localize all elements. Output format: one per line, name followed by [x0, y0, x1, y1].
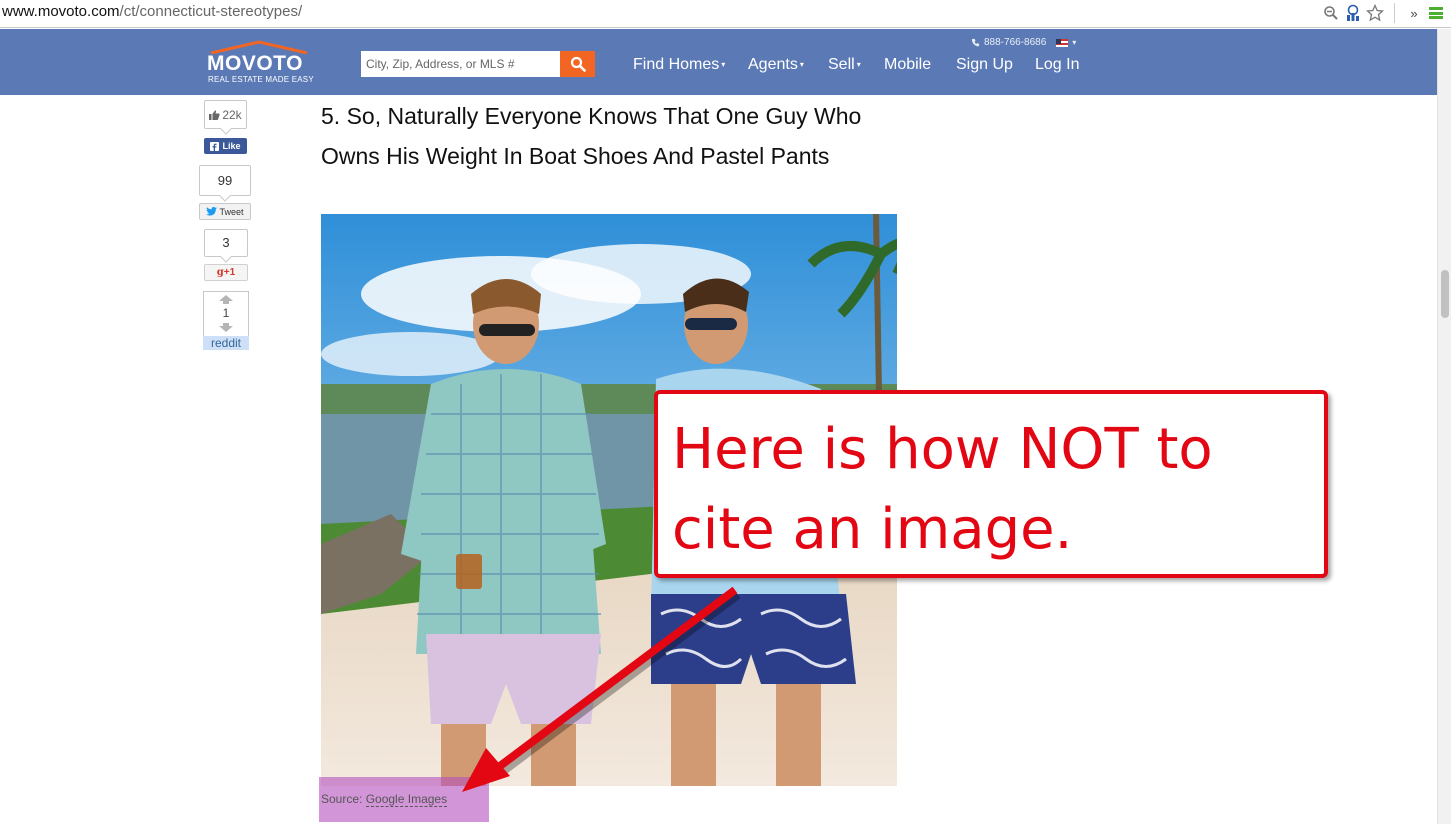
nav-log-in[interactable]: Log In	[1035, 56, 1079, 74]
facebook-count-box: 22k	[204, 100, 247, 129]
nav-agents[interactable]: Agents ▾	[748, 56, 804, 74]
facebook-like-label: Like	[222, 141, 241, 151]
reddit-count: 1	[222, 306, 230, 320]
browser-menu-icon[interactable]	[1427, 4, 1445, 22]
nav-mobile[interactable]: Mobile	[884, 56, 931, 74]
source-prefix: Source:	[321, 792, 363, 806]
chevron-down-icon: ▾	[799, 60, 804, 70]
nav-agents-label: Agents	[748, 56, 798, 73]
reddit-button[interactable]: reddit	[203, 336, 249, 350]
url-host: www.movoto.com	[2, 3, 120, 20]
page-scrollbar[interactable]	[1437, 29, 1451, 824]
language-caret-icon[interactable]: ▾	[1072, 38, 1076, 47]
chevron-down-icon: ▾	[856, 60, 861, 70]
main-nav: Find Homes ▾ Agents ▾ Sell ▾ Mobile Sign Up…	[0, 56, 1437, 76]
article-heading: 5. So, Naturally Everyone Knows That One…	[321, 103, 862, 169]
thumbs-up-icon	[209, 109, 220, 120]
reddit-vote-box: 1	[203, 291, 249, 337]
zoom-icon[interactable]	[1322, 4, 1340, 22]
upvote-arrow-icon[interactable]	[219, 295, 233, 304]
phone-number[interactable]: 888-766-8686 ▾	[971, 37, 1076, 48]
facebook-count: 22k	[222, 107, 242, 122]
nav-sign-up[interactable]: Sign Up	[956, 56, 1013, 74]
downvote-arrow-icon[interactable]	[219, 323, 233, 332]
twitter-bird-icon	[206, 207, 218, 216]
gplus-button[interactable]: g +1	[204, 264, 248, 281]
scrollbar-thumb[interactable]	[1441, 270, 1449, 318]
nav-find-homes-label: Find Homes	[633, 56, 720, 73]
us-flag-icon[interactable]	[1056, 38, 1069, 47]
toolbar-divider	[1394, 3, 1395, 23]
chevron-down-icon: ▾	[721, 60, 726, 70]
nav-sell-label: Sell	[828, 56, 855, 73]
extensions-overflow-icon[interactable]: »	[1405, 4, 1423, 22]
seo-extension-icon[interactable]	[1344, 4, 1362, 22]
gplus-count-box: 3	[204, 229, 248, 257]
nav-sell[interactable]: Sell ▾	[828, 56, 861, 74]
nav-find-homes[interactable]: Find Homes ▾	[633, 56, 725, 74]
source-link[interactable]: Google Images	[365, 792, 448, 807]
browser-address-bar[interactable]: www.movoto.com/ct/connecticut-stereotype…	[0, 0, 1451, 28]
twitter-count: 99	[217, 173, 233, 188]
tweet-label: Tweet	[219, 206, 244, 217]
phone-text: 888-766-8686	[984, 37, 1047, 48]
tweet-button[interactable]: Tweet	[199, 203, 251, 220]
facebook-icon	[210, 141, 220, 151]
annotation-callout: Here is how NOT to cite an image.	[654, 390, 1328, 578]
google-plus-icon: g	[216, 267, 224, 278]
site-header: MOVOTO REAL ESTATE MADE EASY 888-766-868…	[0, 29, 1437, 95]
gplus-count: 3	[222, 235, 230, 250]
gplus-label: +1	[223, 267, 236, 278]
twitter-count-box: 99	[199, 165, 251, 196]
url-path: /ct/connecticut-stereotypes/	[119, 3, 303, 20]
bookmark-star-icon[interactable]	[1366, 4, 1384, 22]
logo-tagline: REAL ESTATE MADE EASY	[208, 75, 314, 84]
url-text[interactable]: www.movoto.com/ct/connecticut-stereotype…	[2, 3, 302, 20]
facebook-like-button[interactable]: Like	[204, 138, 247, 154]
annotation-text: Here is how NOT to cite an image.	[672, 417, 1213, 562]
phone-icon	[971, 38, 980, 47]
image-source-caption: Source: Google Images	[321, 792, 448, 807]
